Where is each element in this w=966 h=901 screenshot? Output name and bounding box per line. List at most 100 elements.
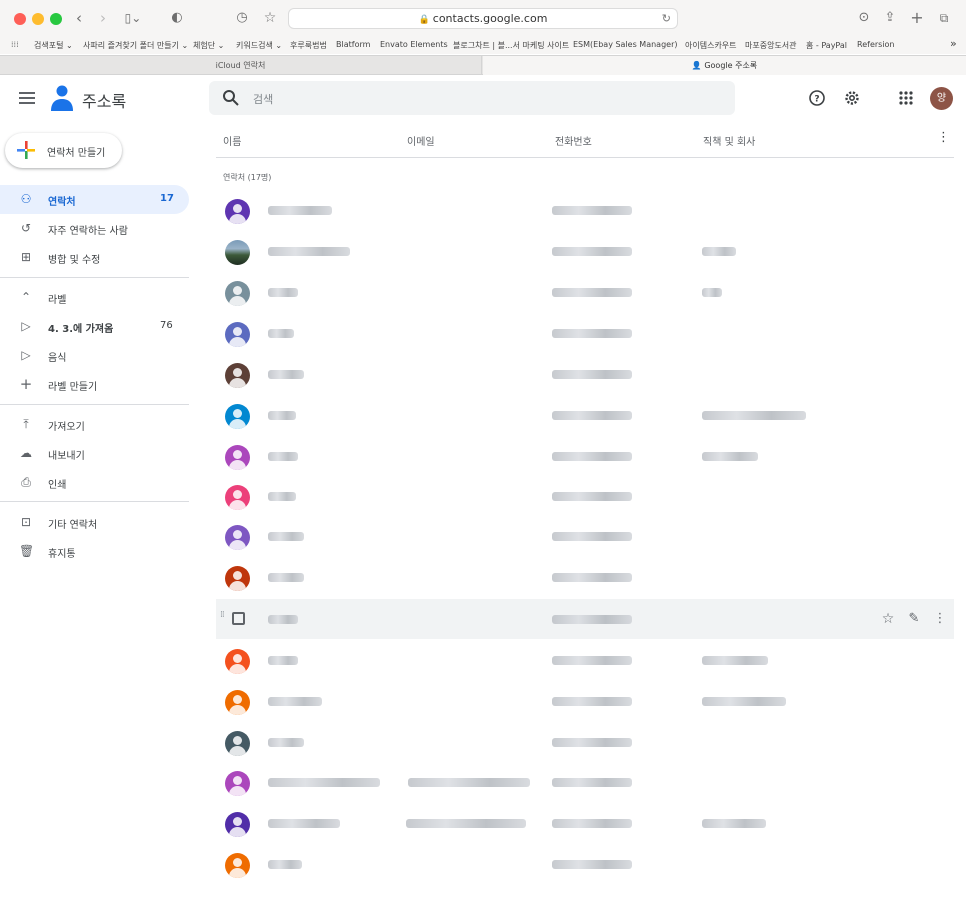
bookmark-item[interactable]: 마포중앙도서관	[745, 40, 797, 51]
table-row[interactable]	[216, 803, 954, 843]
contact-phone-redacted	[552, 615, 632, 624]
contact-job-redacted	[702, 819, 766, 828]
table-row[interactable]	[216, 395, 954, 435]
table-row[interactable]	[216, 354, 954, 394]
bookmark-item[interactable]: 사파리 즐겨찾기 폴더 만들기 ⌄	[83, 40, 188, 51]
close-window-button[interactable]	[14, 13, 26, 25]
table-row[interactable]	[216, 844, 954, 884]
new-tab-icon[interactable]: +	[906, 8, 928, 28]
table-row[interactable]	[216, 681, 954, 721]
reload-icon[interactable]: ↻	[662, 9, 671, 28]
contact-name-redacted	[268, 778, 380, 787]
bookmarks-grid-icon[interactable]: ⁞⁞⁞	[11, 40, 19, 49]
table-row[interactable]	[216, 557, 954, 597]
search-input[interactable]: 검색	[253, 91, 273, 107]
table-row[interactable]	[216, 476, 954, 516]
address-bar[interactable]: 🔒 contacts.google.com ↻	[288, 8, 678, 29]
download-icon[interactable]: ⊙	[853, 8, 875, 28]
plus-icon: +	[19, 375, 33, 393]
table-row[interactable]	[216, 762, 954, 802]
apps-grid-icon[interactable]	[897, 89, 915, 107]
column-header-job[interactable]: 직책 및 회사	[703, 133, 755, 148]
table-row[interactable]	[216, 516, 954, 556]
forward-icon[interactable]: ›	[92, 8, 114, 28]
bookmark-item[interactable]: 체험단 ⌄	[193, 40, 224, 51]
bookmark-item[interactable]: Envato Elements	[380, 40, 448, 49]
upload-icon: ⤒	[23, 417, 29, 431]
history-icon[interactable]: ◷	[231, 8, 253, 28]
bookmark-item[interactable]: 후루룩법법	[290, 40, 327, 51]
tab-bar: iCloud 연락처 👤 Google 주소록	[0, 55, 966, 75]
contact-name-redacted	[268, 738, 304, 747]
account-avatar[interactable]: 양	[930, 87, 953, 110]
contact-avatar	[225, 566, 250, 591]
bookmark-item[interactable]: Refersion	[857, 40, 895, 49]
bookmark-item[interactable]: Blatform	[336, 40, 370, 49]
sidebar-item-print[interactable]: ⎙ 인쇄	[0, 468, 189, 497]
settings-gear-icon[interactable]	[843, 89, 861, 107]
row-more-options-icon[interactable]: ⋮	[932, 611, 948, 627]
contact-email-redacted	[408, 778, 530, 787]
sidebar-item-export[interactable]: ☁ 내보내기	[0, 439, 189, 468]
table-row[interactable]	[216, 313, 954, 353]
sidebar-item-import[interactable]: ⤒ 가져오기	[0, 410, 189, 439]
share-icon[interactable]: ⇪	[879, 8, 901, 28]
table-row[interactable]	[216, 190, 954, 230]
contact-name-redacted	[268, 370, 304, 379]
sidebar-item-merge[interactable]: ⊞ 병합 및 수정	[0, 243, 189, 272]
help-icon[interactable]: ?	[808, 89, 826, 107]
search-icon[interactable]	[222, 89, 240, 107]
bookmark-item[interactable]: 키워드검색 ⌄	[236, 40, 282, 51]
tab-icloud[interactable]: iCloud 연락처	[0, 56, 482, 75]
column-header-email[interactable]: 이메일	[407, 133, 435, 148]
contact-avatar	[225, 649, 250, 674]
sidebar-item-label-food[interactable]: ▷ 음식	[0, 341, 189, 370]
merge-fix-icon: ⊞	[20, 250, 32, 264]
sidebar-divider	[0, 404, 189, 405]
sidebar-toggle-icon[interactable]: ▯⌄	[122, 8, 144, 28]
sidebar-item-create-label[interactable]: + 라벨 만들기	[0, 370, 189, 399]
table-row[interactable]	[216, 640, 954, 680]
app-title: 주소록	[82, 92, 127, 111]
sidebar-labels-toggle[interactable]: ⌃ 라벨	[0, 283, 189, 312]
table-row[interactable]	[216, 231, 954, 271]
main-menu-icon[interactable]	[19, 92, 35, 104]
create-contact-button[interactable]: 연락처 만들기	[5, 133, 122, 168]
tab-google-contacts[interactable]: 👤 Google 주소록	[483, 56, 966, 75]
minimize-window-button[interactable]	[32, 13, 44, 25]
back-icon[interactable]: ‹	[68, 8, 90, 28]
table-row[interactable]	[216, 272, 954, 312]
zoom-window-button[interactable]	[50, 13, 62, 25]
sidebar-item-trash[interactable]: 🗑 휴지통	[0, 537, 189, 566]
section-label: 연락처 (17명)	[223, 173, 272, 182]
contact-phone-redacted	[552, 452, 632, 461]
sidebar-item-contacts[interactable]: ⚇ 연락처 17	[0, 185, 189, 214]
edit-pencil-icon[interactable]: ✎	[906, 611, 922, 627]
column-header-phone[interactable]: 전화번호	[555, 133, 592, 148]
star-bookmark-icon[interactable]: ☆	[259, 8, 281, 28]
bookmark-item[interactable]: 검색포털 ⌄	[34, 40, 73, 51]
row-select-checkbox[interactable]	[232, 612, 245, 625]
tab-overview-icon[interactable]: ⧉	[933, 8, 955, 28]
contact-name-redacted	[268, 329, 294, 338]
sidebar-item-other-contacts[interactable]: ⊡ 기타 연락처	[0, 508, 189, 537]
sidebar-item-frequent[interactable]: ↺ 자주 연락하는 사람	[0, 214, 189, 243]
table-row[interactable]	[216, 436, 954, 476]
contact-phone-redacted	[552, 411, 632, 420]
table-row[interactable]	[216, 722, 954, 762]
privacy-shield-icon[interactable]: ◐	[166, 8, 188, 28]
bookmark-item[interactable]: 블로그차트 | 블...서 마케팅 사이트	[453, 40, 569, 51]
search-bar[interactable]: 검색	[209, 81, 735, 115]
contact-name-redacted	[268, 656, 298, 665]
star-icon[interactable]: ☆	[880, 611, 896, 627]
sidebar-item-label-imported[interactable]: ▷ 4. 3.에 가져옴 76	[0, 312, 189, 341]
bookmark-item[interactable]: 홈 - PayPal	[806, 40, 847, 51]
bookmark-item[interactable]: 아이템스카우트	[685, 40, 737, 51]
more-options-icon[interactable]: ⋮	[937, 130, 950, 145]
table-row-hovered[interactable]: ⁞⁞ ☆ ✎ ⋮	[216, 599, 954, 639]
contact-phone-redacted	[552, 370, 632, 379]
more-bookmarks-icon[interactable]: »	[950, 37, 957, 50]
column-header-name[interactable]: 이름	[223, 133, 241, 148]
drag-handle-icon[interactable]: ⁞⁞	[220, 611, 225, 620]
bookmark-item[interactable]: ESM(Ebay Sales Manager)	[573, 40, 678, 49]
